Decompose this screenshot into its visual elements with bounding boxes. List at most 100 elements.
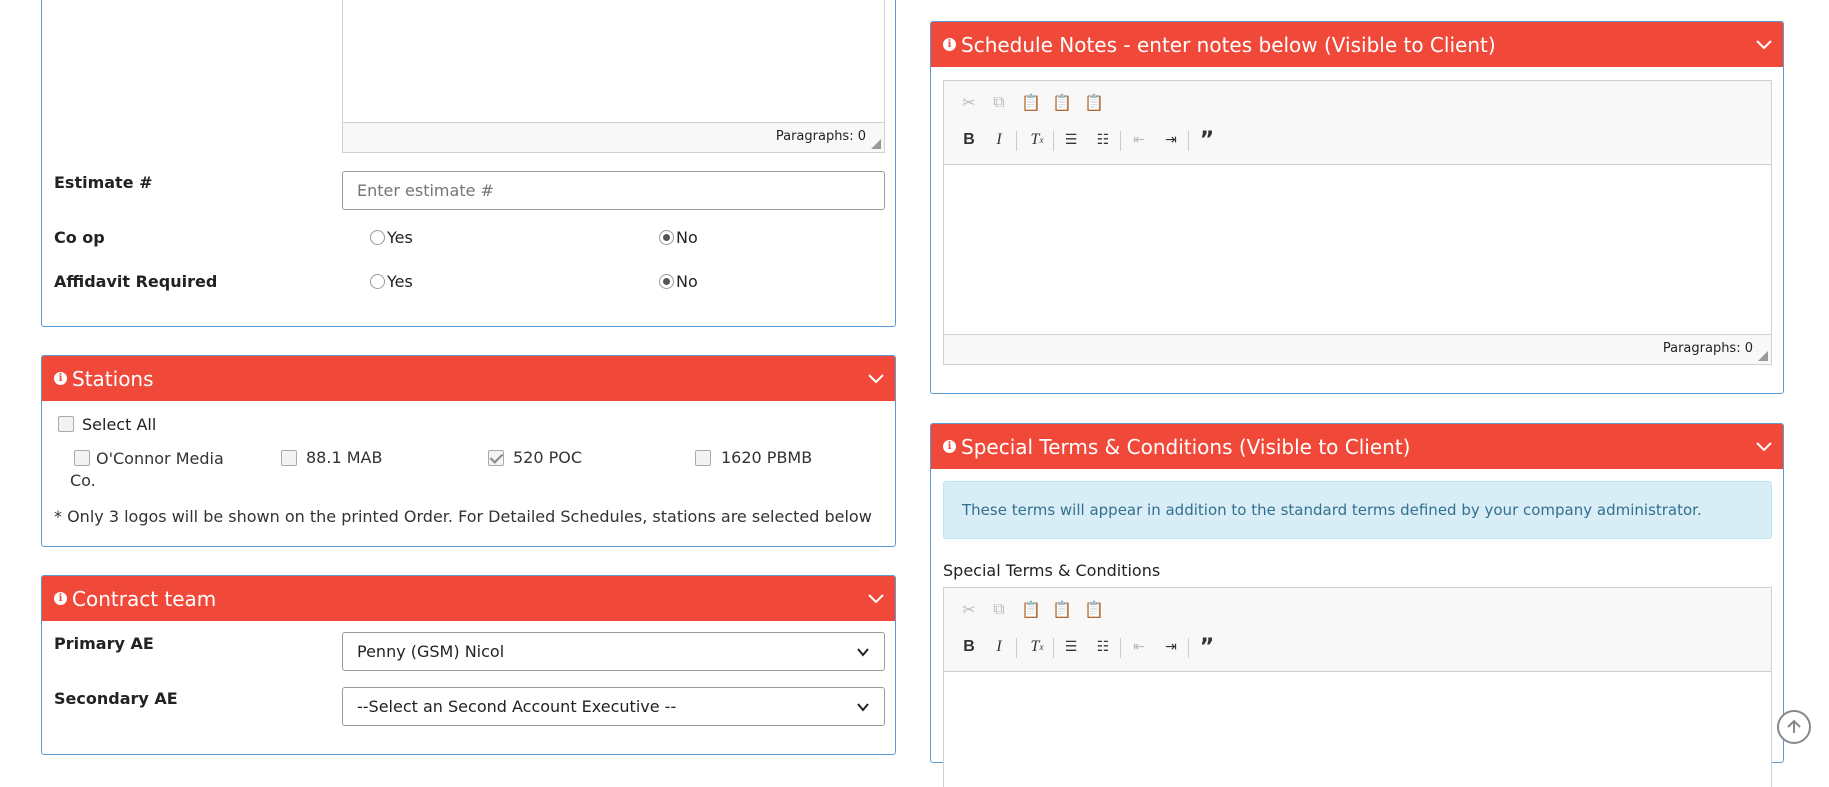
paste-icon[interactable]: 📋 [1020,91,1042,113]
paste-text-icon[interactable]: 📋 [1051,91,1073,113]
remove-format-icon[interactable]: Tx [1026,636,1048,658]
affidavit-yes-option[interactable]: Yes [370,272,413,291]
resize-grip-icon[interactable] [1758,351,1768,361]
secondary-ae-select[interactable]: --Select an Second Account Executive -- [342,687,885,726]
special-terms-panel: i Special Terms & Conditions (Visible to… [930,423,1784,787]
station-checkbox[interactable] [488,450,504,466]
station-label: 520 POC [513,448,583,467]
order-details-panel: Paragraphs: 0 Estimate # Co op Yes No Af… [41,0,896,327]
stations-title: Stations [72,366,154,391]
italic-icon[interactable]: I [988,129,1010,151]
bold-icon[interactable]: B [958,636,980,658]
select-all-label: Select All [82,415,157,434]
schedule-notes-title: Schedule Notes - enter notes below (Visi… [961,32,1496,57]
terms-info-text: These terms will appear in addition to t… [962,501,1702,519]
affidavit-no-radio[interactable] [659,274,674,289]
cut-icon[interactable]: ✂ [958,598,980,620]
blockquote-icon[interactable]: ” [1196,128,1218,153]
description-editor[interactable]: Paragraphs: 0 [342,0,885,153]
chevron-down-icon [857,702,869,712]
secondary-ae-value: --Select an Second Account Executive -- [357,697,677,716]
schedule-notes-panel: i Schedule Notes - enter notes below (Vi… [930,21,1784,394]
special-terms-field-label: Special Terms & Conditions [943,561,1161,580]
chevron-down-icon [857,647,869,657]
editor-footer: Paragraphs: 0 [343,122,884,152]
editor-toolbar: ✂ ⧉ 📋 📋 📋 B I Tx ☰ ☷ ⇤ ⇥ ” [944,81,1771,165]
outdent-icon[interactable]: ⇤ [1128,636,1150,658]
primary-ae-value: Penny (GSM) Nicol [357,642,505,661]
info-icon: i [943,440,956,453]
info-icon: i [54,592,67,605]
toolbar-separator [1016,638,1017,658]
special-terms-editor[interactable]: ✂ ⧉ 📋 📋 📋 B I Tx ☰ ☷ ⇤ ⇥ ” [943,587,1772,787]
co-op-no-option[interactable]: No [659,228,698,247]
schedule-notes-header[interactable]: i Schedule Notes - enter notes below (Vi… [931,22,1783,67]
toolbar-separator [1188,131,1189,151]
contract-team-panel: i Contract team Primary AE Penny (GSM) N… [41,575,896,755]
co-op-label: Co op [54,228,105,247]
secondary-ae-label: Secondary AE [54,689,178,708]
schedule-notes-editor[interactable]: ✂ ⧉ 📋 📋 📋 B I Tx ☰ ☷ ⇤ ⇥ ” Paragraphs: 0 [943,80,1772,365]
station-label: O'Connor Media Co. [70,449,224,490]
affidavit-yes-radio[interactable] [370,274,385,289]
chevron-down-icon[interactable] [1755,437,1773,455]
co-op-no-radio[interactable] [659,230,674,245]
chevron-down-icon[interactable] [867,369,885,387]
paste-word-icon[interactable]: 📋 [1083,598,1105,620]
stations-note: * Only 3 logos will be shown on the prin… [54,507,872,526]
paragraphs-count: Paragraphs: 0 [1662,341,1753,356]
cut-icon[interactable]: ✂ [958,91,980,113]
toolbar-separator [1188,638,1189,658]
toolbar-separator [1120,131,1121,151]
co-op-yes-option[interactable]: Yes [370,228,413,247]
station-checkbox[interactable] [281,450,297,466]
estimate-input[interactable] [342,171,885,210]
paste-icon[interactable]: 📋 [1020,598,1042,620]
bulleted-list-icon[interactable]: ☷ [1092,129,1114,151]
editor-toolbar: ✂ ⧉ 📋 📋 📋 B I Tx ☰ ☷ ⇤ ⇥ ” [944,588,1771,672]
special-terms-title: Special Terms & Conditions (Visible to C… [961,434,1411,459]
resize-grip-icon[interactable] [871,139,881,149]
editor-footer: Paragraphs: 0 [944,334,1771,364]
terms-info-alert: These terms will appear in addition to t… [943,481,1772,539]
station-checkbox[interactable] [695,450,711,466]
outdent-icon[interactable]: ⇤ [1128,129,1150,151]
paste-word-icon[interactable]: 📋 [1083,91,1105,113]
bulleted-list-icon[interactable]: ☷ [1092,636,1114,658]
remove-format-icon[interactable]: Tx [1026,129,1048,151]
co-op-yes-radio[interactable] [370,230,385,245]
affidavit-no-option[interactable]: No [659,272,698,291]
paste-text-icon[interactable]: 📋 [1051,598,1073,620]
primary-ae-label: Primary AE [54,634,154,653]
numbered-list-icon[interactable]: ☰ [1060,636,1082,658]
indent-icon[interactable]: ⇥ [1160,129,1182,151]
select-all-checkbox[interactable] [58,416,74,432]
affidavit-yes-label: Yes [387,272,413,291]
italic-icon[interactable]: I [988,636,1010,658]
chevron-down-icon[interactable] [1755,35,1773,53]
bold-icon[interactable]: B [958,129,980,151]
scroll-top-button[interactable] [1777,710,1811,744]
toolbar-separator [1016,131,1017,151]
special-terms-header[interactable]: i Special Terms & Conditions (Visible to… [931,424,1783,469]
station-label: 1620 PBMB [721,448,813,467]
paragraphs-count: Paragraphs: 0 [775,129,866,144]
numbered-list-icon[interactable]: ☰ [1060,129,1082,151]
copy-icon[interactable]: ⧉ [988,91,1010,113]
co-op-no-label: No [676,228,698,247]
contract-team-title: Contract team [72,586,217,611]
stations-panel: i Stations Select All O'Connor Media Co.… [41,355,896,547]
affidavit-no-label: No [676,272,698,291]
chevron-down-icon[interactable] [867,589,885,607]
blockquote-icon[interactable]: ” [1196,635,1218,660]
co-op-yes-label: Yes [387,228,413,247]
scroll-top-icon [1787,719,1801,733]
indent-icon[interactable]: ⇥ [1160,636,1182,658]
info-icon: i [943,38,956,51]
stations-header[interactable]: i Stations [42,356,895,401]
station-label: 88.1 MAB [306,448,383,467]
contract-team-header[interactable]: i Contract team [42,576,895,621]
toolbar-separator [1120,638,1121,658]
copy-icon[interactable]: ⧉ [988,598,1010,620]
primary-ae-select[interactable]: Penny (GSM) Nicol [342,632,885,671]
